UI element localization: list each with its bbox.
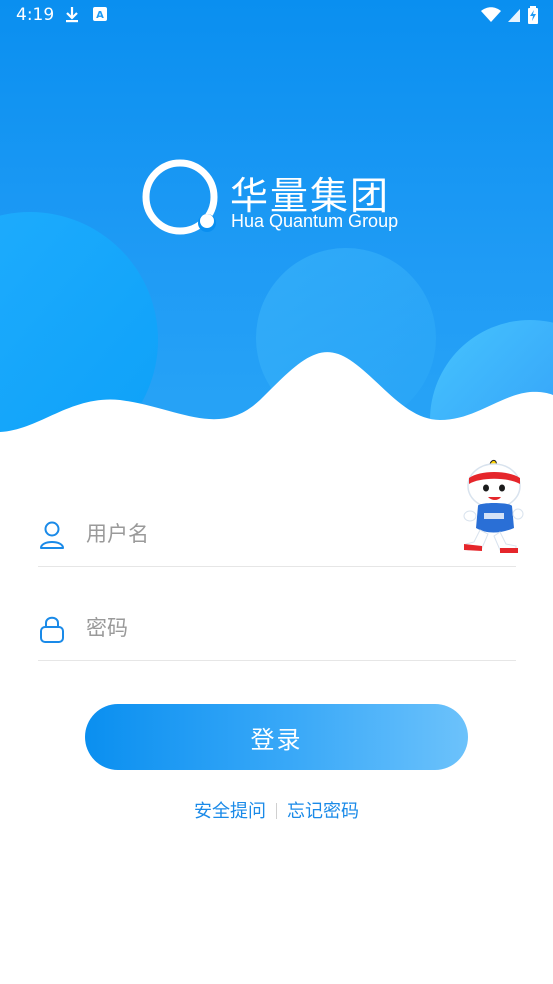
status-time: 4:19 bbox=[16, 5, 55, 25]
signal-icon bbox=[508, 9, 520, 22]
lock-icon bbox=[40, 616, 64, 643]
auth-links: 安全提问 忘记密码 bbox=[0, 797, 553, 823]
wifi-icon bbox=[481, 7, 501, 22]
status-bar: 4:19 A bbox=[0, 0, 553, 30]
mascot-image bbox=[463, 459, 524, 553]
link-divider bbox=[276, 803, 277, 819]
logo-q-icon bbox=[142, 159, 218, 235]
a-badge-icon: A bbox=[93, 7, 107, 21]
password-placeholder: 密码 bbox=[86, 616, 128, 640]
user-icon bbox=[40, 521, 64, 549]
security-tips-link[interactable]: 安全提问 bbox=[194, 801, 266, 822]
battery-icon bbox=[528, 6, 538, 24]
download-icon bbox=[66, 7, 78, 23]
brand-name-en: Hua Quantum Group bbox=[231, 211, 399, 231]
svg-text:A: A bbox=[96, 10, 104, 21]
username-field[interactable]: 用户名 bbox=[38, 506, 516, 567]
username-placeholder: 用户名 bbox=[86, 522, 149, 546]
forgot-password-link[interactable]: 忘记密码 bbox=[287, 801, 359, 822]
password-field[interactable]: 密码 bbox=[38, 600, 516, 661]
login-button[interactable]: 登录 bbox=[85, 704, 468, 770]
brand-logo: 华量集团 Hua Quantum Group bbox=[140, 155, 420, 245]
